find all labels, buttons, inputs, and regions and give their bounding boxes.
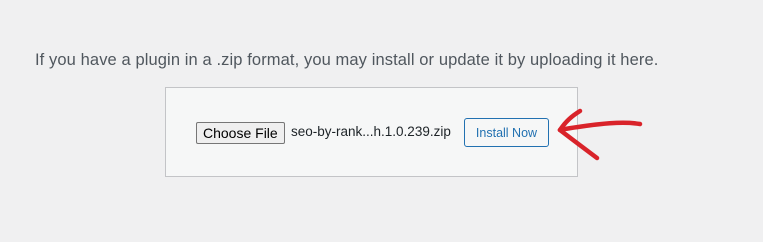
upload-instructions: If you have a plugin in a .zip format, y… <box>35 50 659 69</box>
selected-file-name: seo-by-rank...h.1.0.239.zip <box>291 124 451 139</box>
install-now-button[interactable]: Install Now <box>464 118 549 147</box>
choose-file-button[interactable]: Choose File <box>196 122 285 144</box>
